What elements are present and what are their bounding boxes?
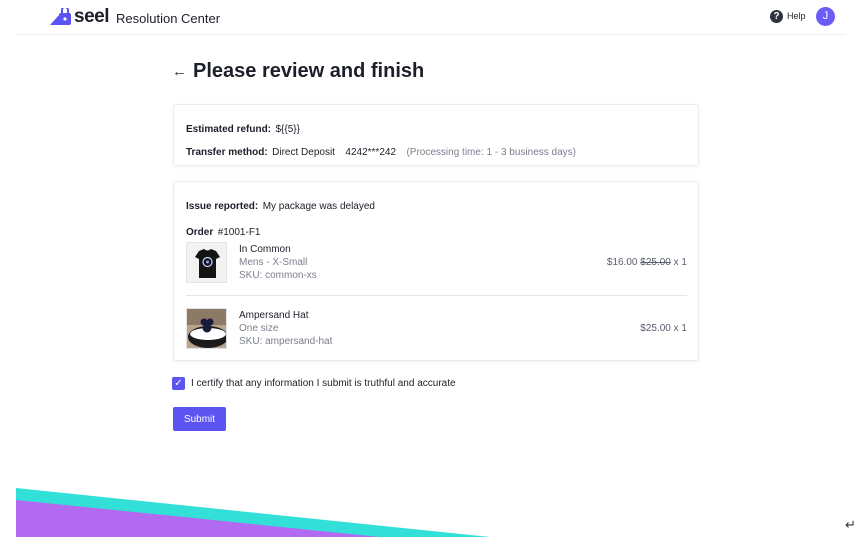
order-item: Ampersand Hat One size SKU: ampersand-ha… xyxy=(186,308,687,350)
item-variant: Mens - X-Small xyxy=(239,257,308,268)
issue-value: My package was delayed xyxy=(262,201,375,212)
estimated-refund-row: Estimated refund: ${{5}} xyxy=(186,119,300,137)
app-title: Resolution Center xyxy=(116,11,221,26)
certify-label[interactable]: I certify that any information I submit … xyxy=(191,378,456,389)
item-name: Ampersand Hat xyxy=(239,310,309,321)
item-divider xyxy=(186,295,687,296)
order-item: In Common Mens - X-Small SKU: common-xs … xyxy=(186,242,687,284)
item-quantity: x 1 xyxy=(673,323,687,334)
help-icon[interactable]: ? xyxy=(770,10,783,23)
transfer-method-value: Direct Deposit xyxy=(272,147,335,158)
item-sku: SKU: ampersand-hat xyxy=(239,336,333,347)
refund-summary-card: Estimated refund: ${{5}} Transfer method… xyxy=(173,104,699,166)
top-bar: seel Resolution Center ? Help J xyxy=(16,0,846,35)
brand-name: seel xyxy=(74,6,109,27)
account-number: 4242***242 xyxy=(345,147,397,158)
processing-time: (Processing time: 1 - 3 business days) xyxy=(406,147,576,158)
estimated-refund-value: ${{5}} xyxy=(275,124,300,135)
item-sale-price: $16.00 xyxy=(606,257,638,268)
return-icon: ↵ xyxy=(845,517,856,532)
item-original-price: $25.00 xyxy=(640,257,671,268)
page-title: Please review and finish xyxy=(193,60,425,82)
help-link[interactable]: Help xyxy=(787,11,806,21)
order-number: #1001-F1 xyxy=(217,227,261,238)
item-variant: One size xyxy=(239,323,279,334)
item-name: In Common xyxy=(239,244,291,255)
order-label: Order xyxy=(186,227,214,238)
issue-row: Issue reported: My package was delayed xyxy=(186,196,375,214)
avatar[interactable]: J xyxy=(816,7,835,26)
item-sale-price: $25.00 xyxy=(640,323,671,334)
item-price: $25.00 x 1 xyxy=(640,323,687,334)
product-image-hat xyxy=(186,308,227,349)
item-quantity: x 1 xyxy=(673,257,687,268)
order-row: Order #1001-F1 xyxy=(186,222,261,240)
back-arrow-icon[interactable]: ← xyxy=(172,63,187,80)
item-sku: SKU: common-xs xyxy=(239,270,317,281)
certify-checkbox[interactable]: ✓ xyxy=(172,377,185,390)
product-image-tshirt xyxy=(186,242,227,283)
seel-logo-icon xyxy=(50,8,71,25)
item-price: $16.00 $25.00 x 1 xyxy=(607,257,687,268)
transfer-method-label: Transfer method: xyxy=(186,147,268,158)
issue-label: Issue reported: xyxy=(186,201,259,212)
transfer-method-row: Transfer method: Direct Deposit 4242***2… xyxy=(186,142,576,160)
submit-button[interactable]: Submit xyxy=(173,407,226,431)
estimated-refund-label: Estimated refund: xyxy=(186,124,272,135)
order-details-card: Issue reported: My package was delayed O… xyxy=(173,181,699,361)
